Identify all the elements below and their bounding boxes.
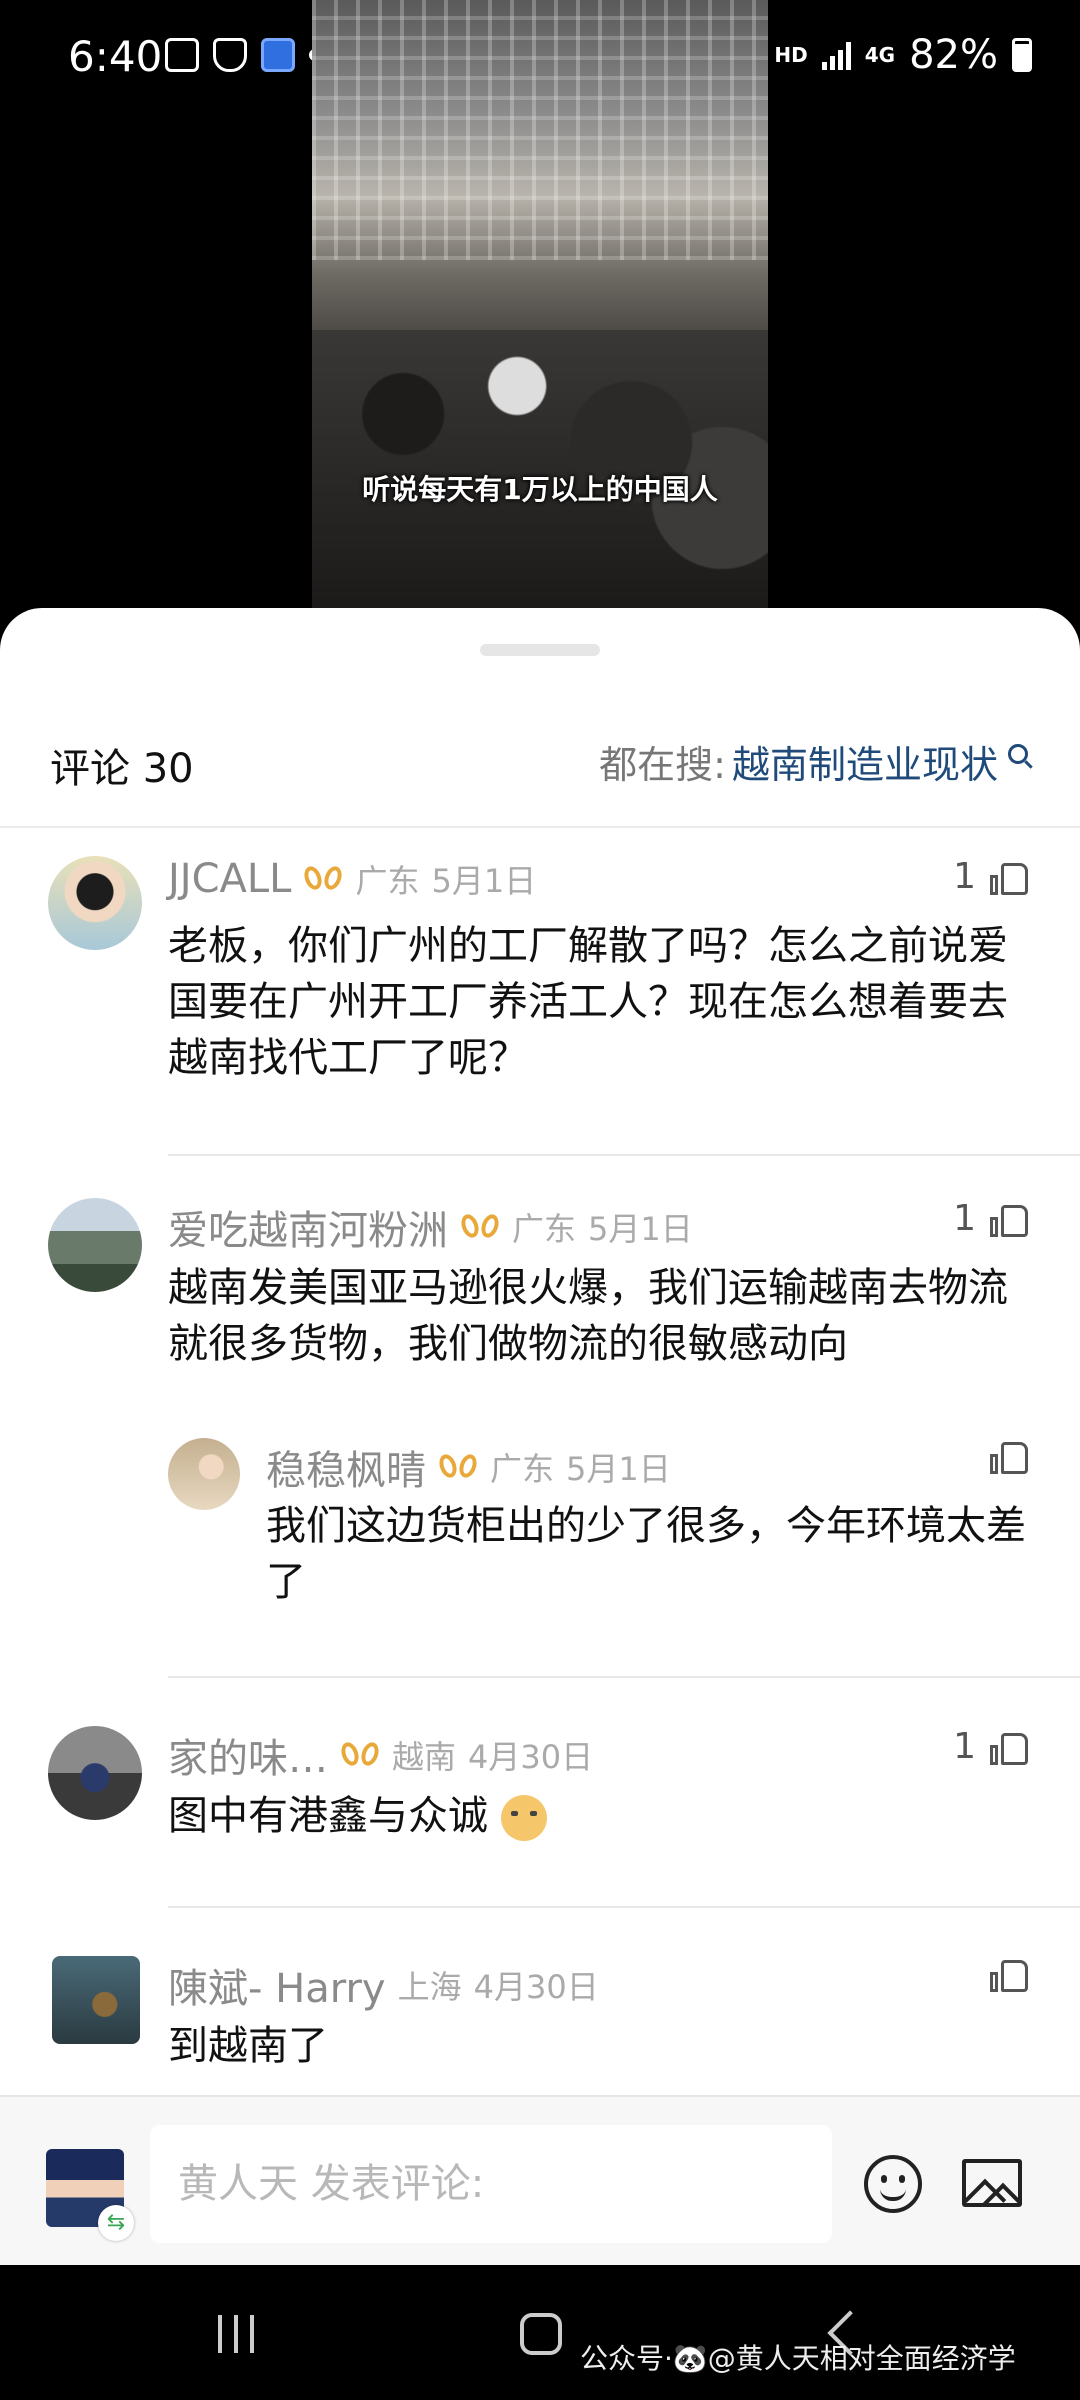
comment-text: 图中有港鑫与众诚 — [168, 1793, 488, 1839]
comment-meta: 爱吃越南河粉洲 广东 5月1日 — [168, 1198, 693, 1256]
trending-search-prefix: 都在搜: — [599, 743, 726, 787]
battery-percent: 82% — [909, 32, 998, 78]
comment-date: 4月30日 — [473, 1968, 599, 2006]
shield-icon — [213, 38, 247, 72]
comments-header: 评论 30 都在搜: 越南制造业现状 — [0, 698, 1080, 828]
badge-icon — [340, 1740, 380, 1770]
comment-author[interactable]: 家的味… — [168, 1726, 328, 1784]
doge-emoji-icon — [500, 1795, 547, 1841]
comment-text: 到越南了 — [168, 2023, 328, 2069]
comment-date: 5月1日 — [431, 862, 537, 900]
like-count: 1 — [953, 1198, 976, 1239]
comment-location: 上海 — [397, 1968, 462, 2006]
badge-icon — [460, 1212, 500, 1242]
hd-label: HD — [774, 43, 808, 67]
home-button[interactable] — [520, 2313, 562, 2355]
avatar[interactable] — [52, 1956, 140, 2044]
comment-text-row: 图中有港鑫与众诚 — [168, 1788, 1038, 1844]
image-picker-icon[interactable] — [962, 2159, 1022, 2207]
badge-icon — [303, 864, 343, 894]
status-left-icons — [165, 38, 321, 72]
comment-location: 广东 — [512, 1210, 577, 1248]
reply-like-button[interactable] — [990, 1438, 1028, 1474]
reply-meta: 稳稳枫晴 广东 5月1日 — [266, 1438, 671, 1496]
like-button[interactable]: 1 — [953, 856, 1028, 897]
like-count: 1 — [953, 1726, 976, 1767]
like-button[interactable] — [990, 1956, 1028, 1992]
divider — [168, 1676, 1080, 1678]
reply-location: 广东 — [490, 1450, 555, 1488]
comment-date: 5月1日 — [588, 1210, 693, 1248]
comment-meta: JJCALL 广东 5月1日 — [168, 856, 536, 902]
reply-text: 我们这边货柜出的少了很多，今年环境太差了 — [266, 1503, 1026, 1605]
divider — [168, 1906, 1080, 1908]
trending-search[interactable]: 都在搜: 越南制造业现状 — [599, 734, 1028, 789]
thumb-up-icon[interactable] — [990, 1201, 1028, 1237]
comment-count: 评论 30 — [50, 746, 194, 792]
video-caption: 听说每天有1万以上的中国人 — [362, 473, 718, 506]
video-ceiling — [312, 0, 768, 260]
comment-location: 越南 — [392, 1738, 457, 1776]
sheet-handle[interactable] — [480, 644, 600, 656]
battery-icon — [1012, 38, 1032, 72]
recent-apps-button[interactable] — [218, 2315, 254, 2353]
comment-input-bar: ⇆ 黄人天 发表评论: — [0, 2095, 1080, 2267]
avatar[interactable] — [48, 1726, 142, 1820]
comment-meta: 陳斌- Harry 上海 4月30日 — [168, 1956, 599, 2014]
reply-avatar[interactable] — [168, 1438, 240, 1510]
divider — [168, 1154, 1080, 1156]
reply-author[interactable]: 稳稳枫晴 — [266, 1438, 426, 1496]
switch-account-icon[interactable]: ⇆ — [98, 2205, 134, 2241]
avatar[interactable] — [48, 856, 142, 950]
search-icon[interactable] — [1008, 743, 1028, 764]
comment-meta: 家的味… 越南 4月30日 — [168, 1726, 593, 1784]
system-nav-bar: 公众号·🐼@黄人天相对全面经济学 — [0, 2265, 1080, 2400]
thumb-up-icon[interactable] — [990, 1956, 1028, 1992]
emoji-icon[interactable] — [864, 2155, 922, 2213]
comment-date: 4月30日 — [468, 1738, 594, 1776]
gallery-icon — [165, 38, 199, 72]
like-count: 1 — [953, 856, 976, 897]
like-button[interactable]: 1 — [953, 1198, 1028, 1239]
comment-text: 老板，你们广州的工厂解散了吗？怎么之前说爱国要在广州开工厂养活工人？现在怎么想着… — [168, 923, 1008, 1081]
thumb-up-icon[interactable] — [990, 1438, 1028, 1474]
comment-input[interactable]: 黄人天 发表评论: — [150, 2125, 832, 2243]
vpn-icon — [261, 38, 295, 72]
comment-author[interactable]: 陳斌- Harry — [168, 1956, 386, 2014]
thumb-up-icon[interactable] — [990, 1729, 1028, 1765]
like-button[interactable]: 1 — [953, 1726, 1028, 1767]
comment-text: 越南发美国亚马逊很火爆，我们运输越南去物流就很多货物，我们做物流的很敏感动向 — [168, 1265, 1008, 1367]
comment-location: 广东 — [355, 862, 420, 900]
network-4g-label: 4G — [864, 43, 896, 67]
status-time: 6:40 — [68, 32, 163, 81]
trending-search-term[interactable]: 越南制造业现状 — [732, 734, 998, 789]
comment-author[interactable]: JJCALL — [168, 856, 291, 902]
watermark: 公众号·🐼@黄人天相对全面经济学 — [580, 2342, 1016, 2375]
badge-icon — [438, 1452, 478, 1482]
avatar[interactable] — [48, 1198, 142, 1292]
thumb-up-icon[interactable] — [990, 859, 1028, 895]
video-player[interactable]: 听说每天有1万以上的中国人 — [312, 0, 768, 610]
comments-sheet: 评论 30 都在搜: 越南制造业现状 JJCALL 广东 5月1日 1 老板，你… — [0, 608, 1080, 2265]
reply-date: 5月1日 — [566, 1450, 671, 1488]
comment-author[interactable]: 爱吃越南河粉洲 — [168, 1198, 448, 1256]
signal-icon-2 — [821, 40, 851, 70]
